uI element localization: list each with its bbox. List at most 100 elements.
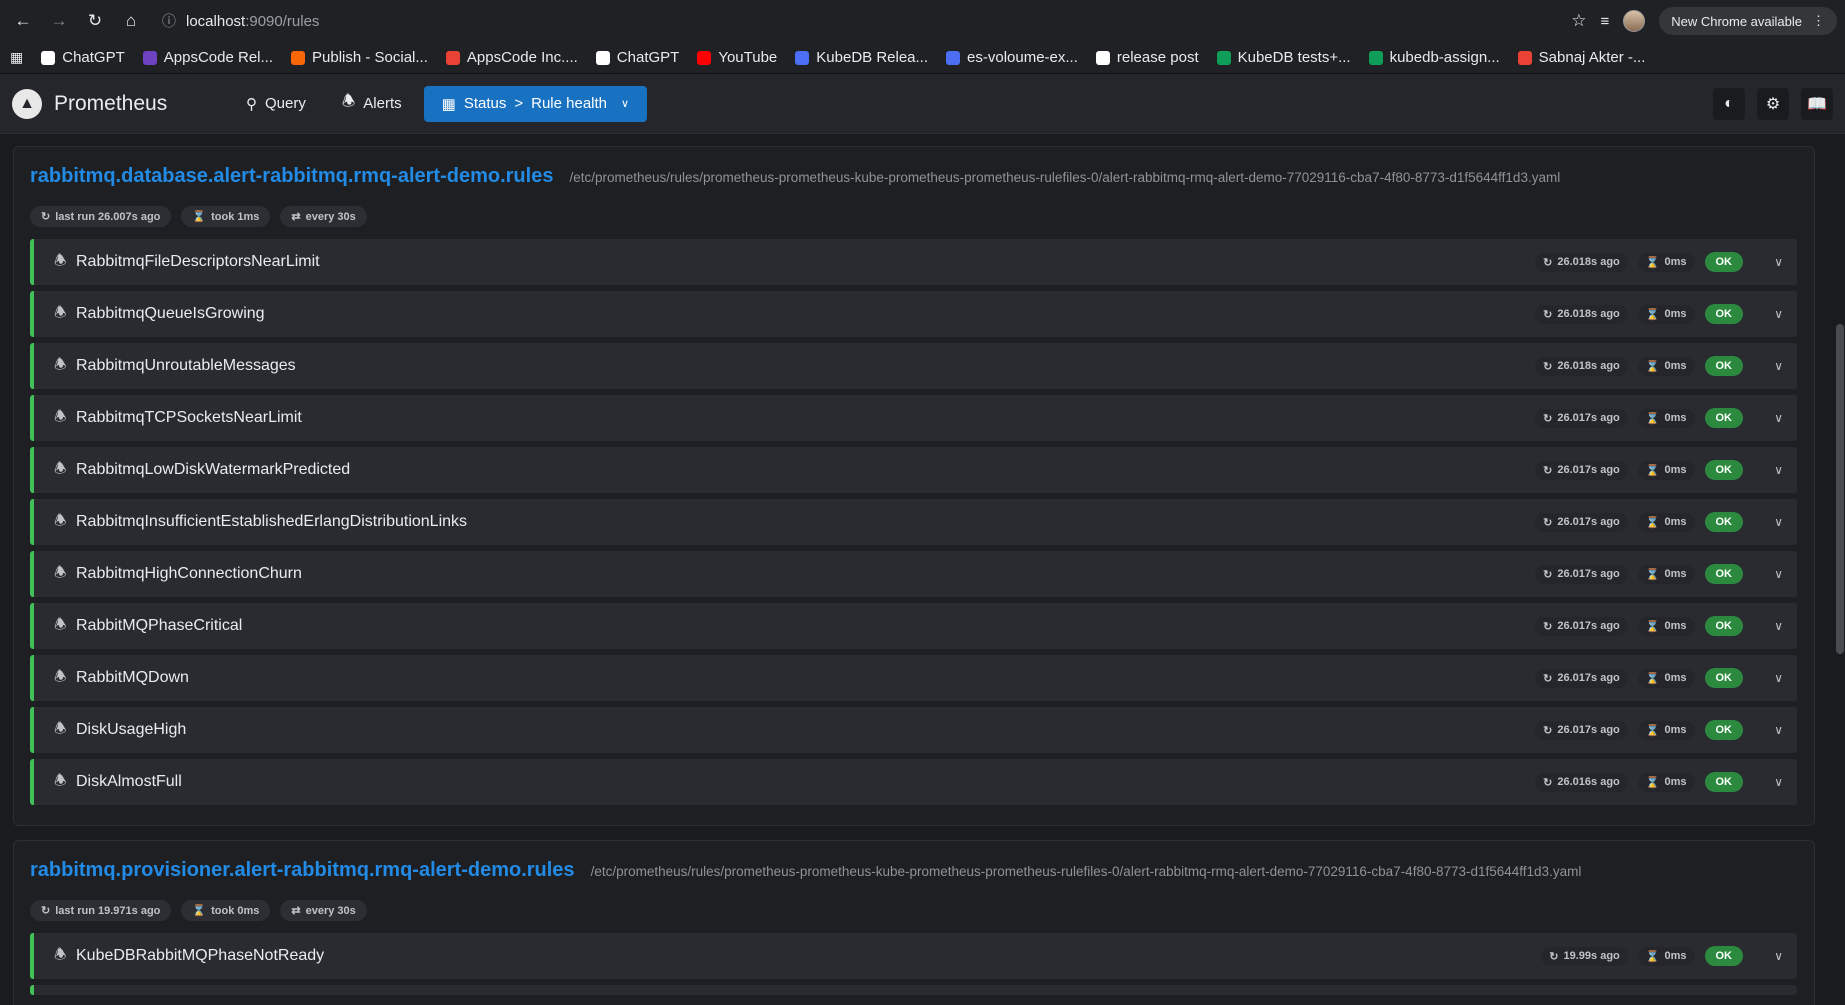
rule-row[interactable]: 🕭 RabbitmqTCPSocketsNearLimit ↻ 26.017s a… <box>30 395 1797 441</box>
repeat-icon: ⇄ <box>291 211 301 223</box>
back-icon[interactable]: ← <box>8 6 38 36</box>
rule-row[interactable]: 🕭 RabbitmqQueueIsGrowing ↻ 26.018s ago ⌛ 0… <box>30 291 1797 337</box>
site-info-icon[interactable]: ⓘ <box>162 11 176 31</box>
bookmark-item[interactable]: Sabnaj Akter -... <box>1517 49 1645 66</box>
apps-grid-icon[interactable]: ▦ <box>10 49 23 66</box>
media-queue-icon[interactable]: ≡ <box>1600 13 1609 30</box>
rule-row[interactable]: 🕭 RabbitmqHighConnectionChurn ↻ 26.017s a… <box>30 551 1797 597</box>
rule-duration: ⌛ 0ms <box>1637 720 1695 740</box>
profile-avatar[interactable] <box>1623 10 1646 32</box>
bookmark-item[interactable]: kubedb-assign... <box>1368 49 1500 66</box>
rule-last-eval-text: 26.018s ago <box>1557 308 1620 320</box>
rule-row[interactable]: 🕭 DiskAlmostFull ↻ 26.016s ago ⌛ 0ms OK ∨ <box>30 759 1797 805</box>
expand-chevron-icon[interactable]: ∨ <box>1753 671 1783 685</box>
bookmark-favicon-icon <box>142 50 157 65</box>
rule-meta: ↻ 26.017s ago ⌛ 0ms OK ∨ <box>1535 512 1783 532</box>
bookmark-item[interactable]: Publish - Social... <box>291 49 428 66</box>
rule-row[interactable] <box>30 985 1797 995</box>
rule-row[interactable]: 🕭 RabbitmqUnroutableMessages ↻ 26.018s ag… <box>30 343 1797 389</box>
bookmark-item[interactable]: YouTube <box>697 49 777 66</box>
hourglass-icon: ⌛ <box>1645 776 1660 789</box>
nav-status-label: Status <box>463 95 507 112</box>
interval-badge: ⇄ every 30s <box>280 206 367 227</box>
bookmark-item[interactable]: KubeDB Relea... <box>795 49 928 66</box>
nav-alerts[interactable]: 🕭 Alerts <box>328 82 416 125</box>
rule-row[interactable]: 🕭 RabbitmqLowDiskWatermarkPredicted ↻ 26.… <box>30 447 1797 493</box>
alert-bell-icon: 🕭 <box>54 616 67 632</box>
rule-row[interactable]: 🕭 RabbitMQPhaseCritical ↻ 26.017s ago ⌛ 0m… <box>30 603 1797 649</box>
nav-status-menu[interactable]: ▦ Status > Rule health ∨ <box>423 85 648 122</box>
rule-row[interactable]: 🕭 RabbitMQDown ↻ 26.017s ago ⌛ 0ms OK ∨ <box>30 655 1797 701</box>
bookmark-label: AppsCode Rel... <box>163 49 273 66</box>
bookmark-item[interactable]: es-voloume-ex... <box>946 49 1078 66</box>
bookmark-item[interactable]: KubeDB tests+... <box>1216 49 1351 66</box>
theme-toggle-icon[interactable]: ◐ <box>1713 87 1745 120</box>
bookmark-favicon-icon <box>595 50 610 65</box>
expand-chevron-icon[interactable]: ∨ <box>1753 359 1783 373</box>
bookmark-item[interactable]: release post <box>1095 49 1199 66</box>
rule-health-badge: OK <box>1704 252 1743 272</box>
rule-duration: ⌛ 0ms <box>1637 668 1695 688</box>
rule-row[interactable]: 🕭 RabbitmqInsufficientEstablishedErlangD… <box>30 499 1797 545</box>
url-host: localhost <box>186 12 246 30</box>
expand-chevron-icon[interactable]: ∨ <box>1753 307 1783 321</box>
new-chrome-button[interactable]: New Chrome available ⋮ <box>1659 7 1837 35</box>
alert-bell-icon: 🕭 <box>54 356 67 372</box>
bookmark-item[interactable]: AppsCode Inc.... <box>445 49 578 66</box>
expand-chevron-icon[interactable]: ∨ <box>1753 567 1783 581</box>
refresh-icon: ↻ <box>1543 516 1553 529</box>
nav-query[interactable]: ⚲ Query <box>232 86 320 122</box>
expand-chevron-icon[interactable]: ∨ <box>1753 255 1783 269</box>
expand-chevron-icon[interactable]: ∨ <box>1753 619 1783 633</box>
expand-chevron-icon[interactable]: ∨ <box>1753 411 1783 425</box>
refresh-icon: ↻ <box>1543 568 1553 581</box>
rule-last-eval: ↻ 26.017s ago <box>1535 668 1628 688</box>
expand-chevron-icon[interactable]: ∨ <box>1753 775 1783 789</box>
rule-row[interactable]: 🕭 KubeDBRabbitMQPhaseNotReady ↻ 19.99s ag… <box>30 933 1797 979</box>
rule-row[interactable]: 🕭 RabbitmqFileDescriptorsNearLimit ↻ 26.0… <box>30 239 1797 285</box>
expand-chevron-icon[interactable]: ∨ <box>1753 463 1783 477</box>
bookmark-star-icon[interactable]: ☆ <box>1571 11 1586 31</box>
alert-bell-icon: 🕭 <box>54 460 67 476</box>
rule-last-eval: ↻ 19.99s ago <box>1541 946 1628 966</box>
rule-last-eval: ↻ 26.017s ago <box>1535 720 1628 740</box>
rule-last-eval-text: 26.018s ago <box>1557 256 1620 268</box>
rule-health-badge: OK <box>1704 356 1743 376</box>
bookmark-item[interactable]: AppsCode Rel... <box>142 49 273 66</box>
refresh-icon: ↻ <box>1543 360 1553 373</box>
rule-row[interactable]: 🕭 DiskUsageHigh ↻ 26.017s ago ⌛ 0ms OK ∨ <box>30 707 1797 753</box>
took-text: took 0ms <box>211 904 260 917</box>
rule-last-eval-text: 26.016s ago <box>1557 776 1620 788</box>
expand-chevron-icon[interactable]: ∨ <box>1753 515 1783 529</box>
docs-book-icon[interactable]: 📖 <box>1801 87 1833 120</box>
rule-name: DiskAlmostFull <box>76 773 182 790</box>
forward-icon[interactable]: → <box>44 6 74 36</box>
rule-duration-text: 0ms <box>1664 360 1687 372</box>
rule-duration: ⌛ 0ms <box>1637 252 1695 272</box>
expand-chevron-icon[interactable]: ∨ <box>1753 949 1783 963</box>
page-scrollbar[interactable] <box>1835 134 1845 1005</box>
address-bar[interactable]: ⓘ localhost:9090/rules <box>152 4 1566 38</box>
refresh-icon: ↻ <box>1543 308 1553 321</box>
bookmark-item[interactable]: ChatGPT <box>41 49 125 66</box>
settings-gear-icon[interactable]: ⚙ <box>1757 87 1789 120</box>
bookmark-favicon-icon <box>1095 50 1110 65</box>
expand-chevron-icon[interactable]: ∨ <box>1753 723 1783 737</box>
home-icon[interactable]: ⌂ <box>116 6 146 36</box>
rule-last-eval-text: 26.017s ago <box>1557 412 1620 424</box>
scrollbar-thumb[interactable] <box>1836 324 1844 654</box>
bookmark-item[interactable]: ChatGPT <box>595 49 680 66</box>
interval-text: every 30s <box>305 904 356 917</box>
rule-meta: ↻ 26.017s ago ⌛ 0ms OK ∨ <box>1535 564 1783 584</box>
rule-duration: ⌛ 0ms <box>1637 616 1695 636</box>
rule-duration-text: 0ms <box>1664 950 1687 962</box>
rule-last-eval: ↻ 26.017s ago <box>1535 408 1628 428</box>
rule-health-badge: OK <box>1704 512 1743 532</box>
app-logo[interactable]: ▲ Prometheus <box>12 88 222 119</box>
rule-duration: ⌛ 0ms <box>1637 304 1695 324</box>
bookmark-label: ChatGPT <box>616 49 680 66</box>
reload-icon[interactable]: ↻ <box>80 6 110 36</box>
nav-alerts-label: Alerts <box>363 95 402 112</box>
bookmark-favicon-icon <box>41 50 56 65</box>
rule-last-eval: ↻ 26.017s ago <box>1535 564 1628 584</box>
